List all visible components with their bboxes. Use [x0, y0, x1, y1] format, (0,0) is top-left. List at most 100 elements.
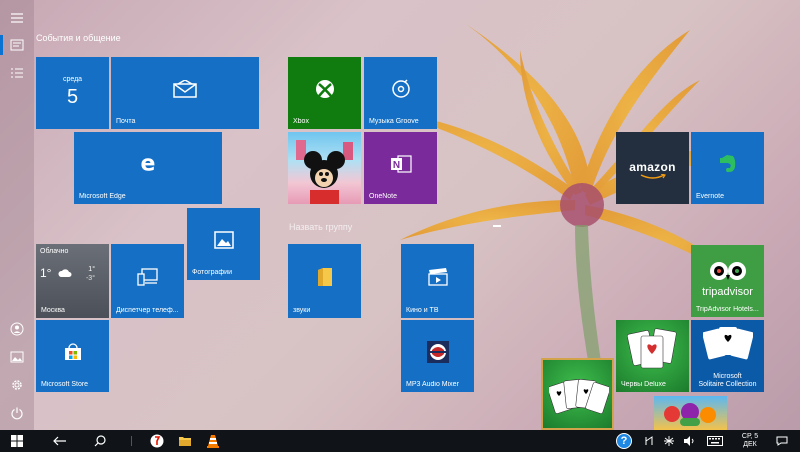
tile-edge-label: Microsoft Edge — [79, 193, 126, 200]
solitaire-cards-fan-icon — [549, 379, 609, 414]
group-drag-handle[interactable] — [493, 225, 501, 227]
candy-icon — [664, 403, 716, 426]
group-title-events[interactable]: События и общение — [36, 33, 121, 43]
tile-solitaire-collection[interactable]: Microsoft Solitaire Collection — [691, 320, 764, 392]
tile-xbox[interactable]: Xbox — [288, 57, 361, 129]
cloud-icon — [58, 269, 72, 277]
weather-temp: 1° — [40, 266, 52, 280]
weather-city: Москва — [41, 307, 65, 314]
power-icon[interactable] — [0, 399, 34, 427]
tile-weather[interactable]: Облачно 1° 1° -3° Москва — [36, 244, 109, 318]
search-icon — [94, 435, 106, 447]
audio-mixer-icon — [426, 341, 449, 364]
tray-date-line1: СР, 5 — [741, 433, 759, 440]
tile-xbox-label: Xbox — [293, 118, 309, 125]
taskbar-file-explorer[interactable] — [174, 430, 196, 452]
tile-onenote[interactable]: N OneNote — [364, 132, 437, 204]
keyboard-icon — [707, 436, 723, 446]
tripadvisor-owl-icon — [710, 262, 746, 280]
tile-edge[interactable]: e Microsoft Edge — [74, 132, 222, 204]
folder-icon — [317, 268, 332, 287]
solitaire-cards-icon — [703, 327, 753, 360]
tiles-view-icon[interactable] — [0, 31, 34, 59]
svg-text:N: N — [392, 160, 399, 171]
start-left-rail — [0, 0, 34, 430]
evernote-elephant-icon — [719, 155, 735, 173]
tile-amazon[interactable]: amazon — [616, 132, 689, 204]
action-center-button[interactable] — [772, 430, 792, 452]
tile-phone-companion-label: Диспетчер телеф... — [116, 307, 179, 314]
tile-photos-label: Фотографии — [192, 269, 233, 276]
hamburger-menu-icon[interactable] — [0, 4, 34, 32]
hearts-cards-icon — [626, 328, 677, 369]
tile-movies-tv[interactable]: Кино и ТВ — [401, 244, 474, 318]
amazon-logo-text: amazon — [629, 160, 676, 174]
tray-volume[interactable] — [680, 430, 698, 452]
tile-calendar[interactable]: среда 5 — [36, 57, 109, 129]
tile-mp3-audio-mixer[interactable]: MP3 Audio Mixer — [401, 320, 474, 392]
xbox-icon — [315, 80, 334, 99]
groove-music-icon — [391, 79, 410, 99]
tile-disney-game[interactable] — [288, 132, 361, 204]
tile-phone-companion[interactable]: Диспетчер телеф... — [111, 244, 184, 318]
all-apps-list-icon[interactable] — [0, 59, 34, 87]
tile-mp3-audio-mixer-label: MP3 Audio Mixer — [406, 381, 459, 388]
notification-icon — [776, 436, 788, 446]
calendar-day: среда — [62, 76, 83, 83]
windows-logo-icon — [11, 435, 23, 447]
tile-tripadvisor-label: TripAdvisor Hotels... — [696, 306, 759, 313]
vlc-cone-icon — [207, 435, 219, 448]
mail-icon — [173, 80, 197, 99]
tile-mail-label: Почта — [116, 118, 136, 125]
help-button[interactable]: ? — [614, 430, 634, 452]
tripadvisor-logo-text: tripadvisor — [702, 286, 753, 298]
back-button[interactable] — [48, 430, 72, 452]
taskbar: ? СР, 5 ДЕК — [0, 430, 800, 452]
taskbar-vlc[interactable] — [202, 430, 224, 452]
search-button[interactable] — [88, 430, 112, 452]
weather-high: 1° — [88, 266, 95, 273]
tray-network[interactable] — [660, 430, 678, 452]
tray-bluetooth[interactable] — [640, 430, 658, 452]
start-button[interactable] — [6, 430, 28, 452]
group-title-name-group[interactable]: Назвать группу — [289, 222, 352, 232]
file-explorer-folder-icon — [179, 437, 191, 446]
network-icon — [664, 436, 674, 446]
tile-store[interactable]: Microsoft Store — [36, 320, 109, 392]
calendar-date: 5 — [66, 86, 79, 108]
film-clapper-icon — [427, 268, 448, 286]
tray-clock[interactable]: СР, 5 ДЕК — [734, 430, 766, 452]
yandex-browser-icon — [150, 434, 164, 448]
tile-groove-label: Музыка Groove — [369, 118, 419, 125]
tile-solitaire-label: Microsoft Solitaire Collection — [698, 373, 757, 388]
devices-icon — [136, 268, 158, 286]
tile-tripadvisor[interactable]: tripadvisor TripAdvisor Hotels... — [691, 245, 764, 317]
store-bag-icon — [64, 343, 81, 361]
mickey-image — [296, 140, 353, 204]
onenote-icon: N — [390, 155, 412, 173]
settings-gear-icon[interactable] — [0, 371, 34, 399]
amazon-smile-icon — [640, 174, 666, 179]
touch-keyboard-icon — [645, 436, 653, 445]
tile-hearts-deluxe[interactable]: Червы Deluxe — [616, 320, 689, 392]
tile-mail[interactable]: Почта — [111, 57, 259, 129]
tile-solitaire-dragging[interactable] — [541, 358, 614, 430]
edge-icon: e — [140, 151, 156, 177]
tile-onenote-label: OneNote — [369, 193, 398, 200]
weather-low: -3° — [85, 275, 95, 282]
back-arrow-icon — [53, 436, 66, 446]
tile-candy-crush[interactable] — [654, 396, 727, 430]
tile-groove[interactable]: Музыка Groove — [364, 57, 437, 129]
tray-keyboard[interactable] — [704, 430, 726, 452]
pictures-icon[interactable] — [0, 343, 34, 371]
tile-movies-tv-label: Кино и ТВ — [406, 307, 439, 314]
tile-evernote[interactable]: Evernote — [691, 132, 764, 204]
tray-date-line2: ДЕК — [743, 441, 757, 448]
tile-sounds-folder[interactable]: звуки — [288, 244, 361, 318]
tile-sounds-label: звуки — [293, 307, 311, 314]
user-account-icon[interactable] — [0, 315, 34, 343]
tile-hearts-label: Червы Deluxe — [621, 381, 666, 388]
taskbar-yandex-browser[interactable] — [146, 430, 168, 452]
tile-photos[interactable]: Фотографии — [187, 208, 260, 280]
taskbar-separator — [128, 430, 134, 452]
